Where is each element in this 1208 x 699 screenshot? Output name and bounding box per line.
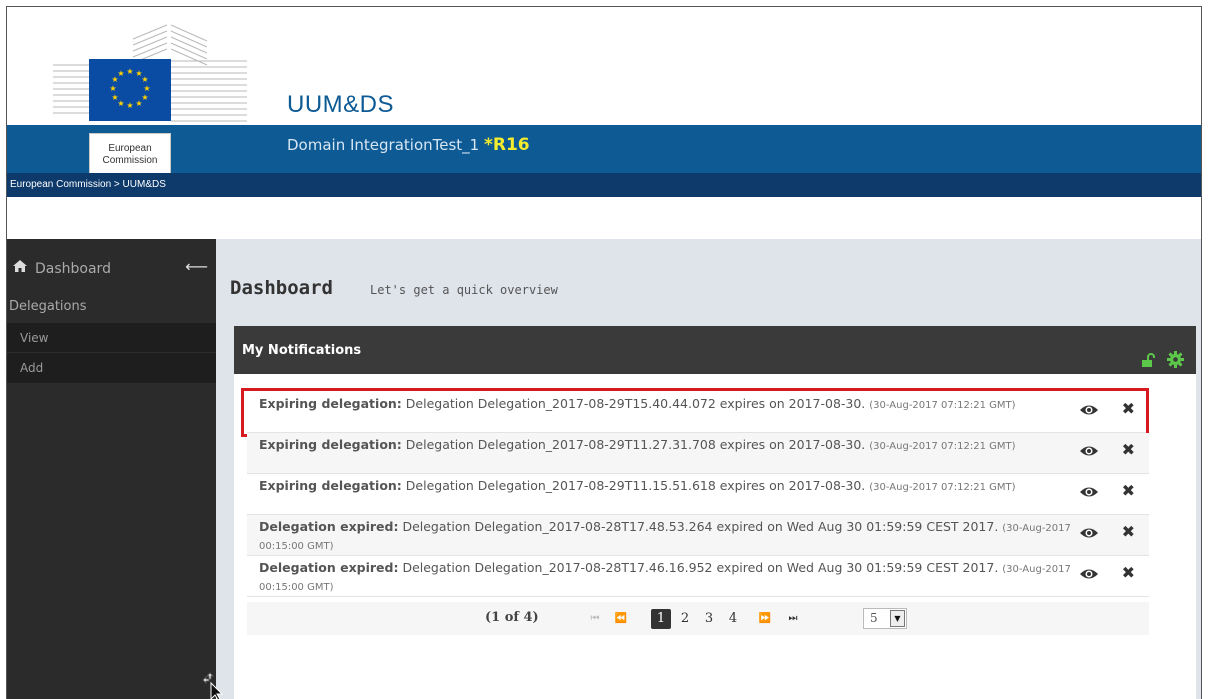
- view-eye-icon[interactable]: [1079, 403, 1099, 417]
- notification-actions: ✖: [1079, 442, 1135, 460]
- sidebar: Dashboard ⟵ Delegations View Add: [7, 239, 216, 699]
- notification-actions: ✖: [1079, 565, 1135, 583]
- dismiss-icon[interactable]: ✖: [1122, 401, 1135, 417]
- dismiss-icon[interactable]: ✖: [1122, 565, 1135, 581]
- svg-text:★: ★: [126, 67, 133, 76]
- dismiss-icon[interactable]: ✖: [1122, 442, 1135, 458]
- view-eye-icon[interactable]: [1079, 567, 1099, 581]
- prev-page-icon[interactable]: ⏪: [611, 609, 631, 629]
- notification-message: Delegation Delegation_2017-08-28T17.46.1…: [402, 560, 999, 575]
- notification-message: Delegation Delegation_2017-08-29T15.40.4…: [405, 396, 866, 411]
- notification-message: Delegation Delegation_2017-08-28T17.48.5…: [402, 519, 999, 534]
- spacer: [7, 197, 1201, 239]
- svg-text:★: ★: [141, 75, 148, 84]
- site-header: ★ ★ ★ ★ ★ ★ ★ ★ ★ ★ ★ ★ European Commission UUM&D…: [7, 7, 1201, 177]
- notification-item: Delegation expired: Delegation Delegatio…: [247, 515, 1149, 556]
- notification-actions: ✖: [1079, 483, 1135, 501]
- notification-item: Expiring delegation: Delegation Delegati…: [247, 474, 1149, 515]
- domain-name: Domain IntegrationTest_1: [287, 136, 484, 154]
- svg-text:★: ★: [126, 101, 133, 110]
- view-eye-icon[interactable]: [1079, 444, 1099, 458]
- unlock-icon[interactable]: [1140, 340, 1156, 390]
- sidebar-item-add[interactable]: Add: [7, 353, 216, 383]
- notification-time: (30-Aug-2017 07:12:21 GMT): [869, 482, 1016, 493]
- sidebar-group-delegations[interactable]: Delegations: [7, 299, 216, 323]
- main-content: Dashboard Let's get a quick overview My …: [216, 239, 1201, 699]
- ec-logo-label: European Commission: [89, 133, 171, 177]
- notification-item: Expiring delegation: Delegation Delegati…: [247, 433, 1149, 474]
- notifications-panel: My Notifications Expiring delegation: De…: [234, 326, 1196, 699]
- sidebar-item-view[interactable]: View: [7, 323, 216, 353]
- notification-message: Delegation Delegation_2017-08-29T11.27.3…: [405, 437, 866, 452]
- app-title: UUM&DS: [287, 91, 395, 118]
- dismiss-icon[interactable]: ✖: [1122, 483, 1135, 499]
- notification-actions: ✖: [1079, 401, 1135, 419]
- last-page-icon[interactable]: ⏭: [783, 609, 803, 629]
- page-button-3[interactable]: 3: [699, 609, 719, 629]
- sidebar-item-label: Dashboard: [35, 261, 111, 277]
- page-subtitle: Let's get a quick overview: [370, 283, 558, 297]
- chevron-down-icon[interactable]: ▼: [890, 610, 905, 627]
- notification-list: Expiring delegation: Delegation Delegati…: [241, 388, 1149, 597]
- next-page-icon[interactable]: ⏩: [755, 609, 775, 629]
- notification-message: Delegation Delegation_2017-08-29T11.15.5…: [405, 478, 866, 493]
- breadcrumb-text[interactable]: European Commission > UUM&DS: [10, 179, 166, 190]
- svg-text:★: ★: [111, 93, 118, 102]
- notification-actions: ✖: [1079, 524, 1135, 542]
- view-eye-icon[interactable]: [1079, 526, 1099, 540]
- svg-text:★: ★: [117, 69, 124, 78]
- svg-text:★: ★: [109, 84, 116, 93]
- ec-logo[interactable]: ★ ★ ★ ★ ★ ★ ★ ★ ★ ★ ★ ★ European Commission: [47, 21, 247, 177]
- mouse-cursor-icon: [202, 672, 224, 699]
- panel-header: My Notifications: [234, 326, 1196, 374]
- eu-flag-icon: ★ ★ ★ ★ ★ ★ ★ ★ ★ ★ ★ ★: [89, 59, 171, 121]
- domain-line: Domain IntegrationTest_1 *R16: [287, 135, 530, 155]
- notification-kind: Expiring delegation:: [259, 478, 402, 493]
- svg-text:★: ★: [135, 99, 142, 108]
- notification-time: (30-Aug-2017 07:12:21 GMT): [869, 441, 1016, 452]
- panel-title: My Notifications: [242, 343, 362, 358]
- view-eye-icon[interactable]: [1079, 485, 1099, 499]
- page-button-1[interactable]: 1: [651, 609, 671, 629]
- notification-time: (30-Aug-2017 07:12:21 GMT): [869, 400, 1016, 411]
- notification-kind: Expiring delegation:: [259, 396, 402, 411]
- rows-per-page-value: 5: [870, 611, 878, 625]
- notification-kind: Delegation expired:: [259, 560, 399, 575]
- breadcrumb: European Commission > UUM&DS: [7, 173, 1201, 197]
- page-button-4[interactable]: 4: [723, 609, 743, 629]
- page-title: Dashboard: [230, 277, 333, 299]
- paginator: (1 of 4) ⏮ ⏪ 1 2 3 4 ⏩ ⏭ 5 ▼: [247, 602, 1149, 635]
- notification-item: Delegation expired: Delegation Delegatio…: [247, 556, 1149, 597]
- svg-text:★: ★: [143, 84, 150, 93]
- sidebar-item-dashboard[interactable]: Dashboard ⟵: [7, 239, 216, 289]
- app-window: ★ ★ ★ ★ ★ ★ ★ ★ ★ ★ ★ ★ European Commission UUM&D…: [6, 6, 1202, 699]
- gear-icon[interactable]: [1167, 340, 1184, 390]
- dismiss-icon[interactable]: ✖: [1122, 524, 1135, 540]
- page-info: (1 of 4): [485, 610, 539, 625]
- rows-per-page-select[interactable]: 5 ▼: [863, 608, 907, 629]
- release-badge: *R16: [483, 135, 530, 155]
- notification-kind: Delegation expired:: [259, 519, 399, 534]
- first-page-icon[interactable]: ⏮: [585, 609, 605, 629]
- collapse-sidebar-icon[interactable]: ⟵: [185, 257, 208, 276]
- panel-tools: [1134, 340, 1184, 368]
- notification-item: Expiring delegation: Delegation Delegati…: [241, 388, 1149, 437]
- page-button-2[interactable]: 2: [675, 609, 695, 629]
- notification-kind: Expiring delegation:: [259, 437, 402, 452]
- home-icon: [13, 260, 27, 272]
